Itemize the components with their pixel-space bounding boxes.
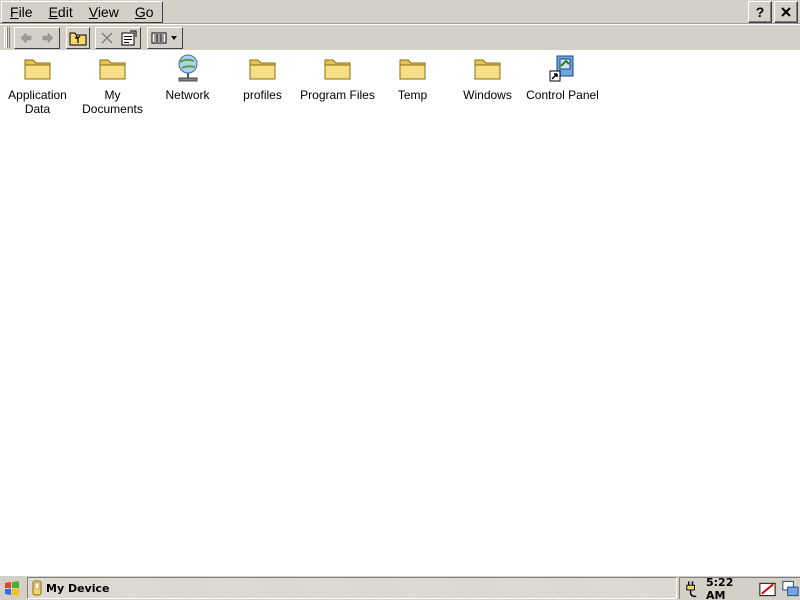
windows-logo-icon bbox=[5, 580, 19, 596]
folder-icon bbox=[474, 59, 500, 80]
device-icon bbox=[32, 580, 42, 596]
up-folder-button[interactable] bbox=[67, 28, 89, 48]
back-icon bbox=[20, 32, 32, 44]
edit-button-group bbox=[95, 27, 141, 49]
item-label: Temp bbox=[397, 88, 428, 102]
item-network[interactable]: Network bbox=[150, 52, 225, 102]
back-button[interactable] bbox=[15, 28, 37, 48]
item-label: My Documents bbox=[82, 88, 143, 116]
toolbar-grip[interactable] bbox=[4, 27, 10, 48]
folder-icon bbox=[399, 59, 425, 80]
view-options-button[interactable] bbox=[148, 28, 182, 48]
start-button[interactable] bbox=[0, 577, 24, 600]
desktop-switch-icon[interactable] bbox=[781, 579, 800, 599]
up-folder-icon bbox=[69, 32, 87, 46]
item-application-data[interactable]: Application Data bbox=[0, 52, 75, 116]
help-button[interactable]: ? bbox=[748, 1, 772, 23]
taskbar: My Device 5:22 AM bbox=[0, 575, 800, 600]
task-label: My Device bbox=[46, 581, 110, 595]
item-label: Control Panel bbox=[526, 88, 599, 102]
properties-button[interactable] bbox=[118, 28, 140, 48]
power-plug-icon[interactable] bbox=[683, 579, 702, 599]
toolbar bbox=[0, 25, 800, 50]
menu-view[interactable]: View bbox=[81, 2, 127, 22]
menu-file[interactable]: File bbox=[2, 2, 41, 22]
item-label: Windows bbox=[463, 88, 512, 102]
delete-icon bbox=[101, 32, 113, 44]
item-temp[interactable]: Temp bbox=[375, 52, 450, 102]
up-button-group bbox=[66, 27, 90, 49]
forward-button[interactable] bbox=[37, 28, 59, 48]
folder-icon bbox=[99, 59, 125, 80]
item-label: Application Data bbox=[8, 88, 67, 116]
item-program-files[interactable]: Program Files bbox=[300, 52, 375, 102]
task-button-my-device[interactable]: My Device bbox=[27, 577, 677, 599]
delete-button[interactable] bbox=[96, 28, 118, 48]
nav-button-group bbox=[14, 27, 60, 49]
item-my-documents[interactable]: My Documents bbox=[75, 52, 150, 116]
folder-icon bbox=[249, 59, 275, 80]
control-panel-shortcut-icon bbox=[549, 55, 573, 82]
network-icon bbox=[178, 54, 197, 82]
item-label: Network bbox=[165, 88, 210, 102]
close-button[interactable] bbox=[774, 1, 798, 23]
menu-group: File Edit View Go bbox=[1, 1, 163, 23]
view-button-group bbox=[147, 27, 183, 49]
menu-go[interactable]: Go bbox=[127, 2, 162, 22]
properties-icon bbox=[121, 30, 137, 46]
forward-icon bbox=[42, 32, 54, 44]
folder-icon bbox=[324, 59, 350, 80]
item-label: Program Files bbox=[300, 88, 375, 102]
item-windows[interactable]: Windows bbox=[450, 52, 525, 102]
system-tray: 5:22 AM bbox=[679, 576, 800, 600]
input-panel-icon[interactable] bbox=[758, 579, 777, 599]
item-profiles[interactable]: profiles bbox=[225, 52, 300, 102]
view-options-icon bbox=[151, 32, 177, 44]
menu-edit[interactable]: Edit bbox=[41, 2, 81, 22]
item-control-panel[interactable]: Control Panel bbox=[525, 52, 600, 102]
folder-icon bbox=[24, 59, 50, 80]
clock[interactable]: 5:22 AM bbox=[706, 576, 754, 600]
item-label: profiles bbox=[243, 88, 282, 102]
file-view[interactable]: Application Data My Documents Network pr… bbox=[0, 50, 800, 575]
menu-bar: File Edit View Go ? bbox=[0, 0, 800, 24]
close-icon bbox=[781, 7, 791, 17]
